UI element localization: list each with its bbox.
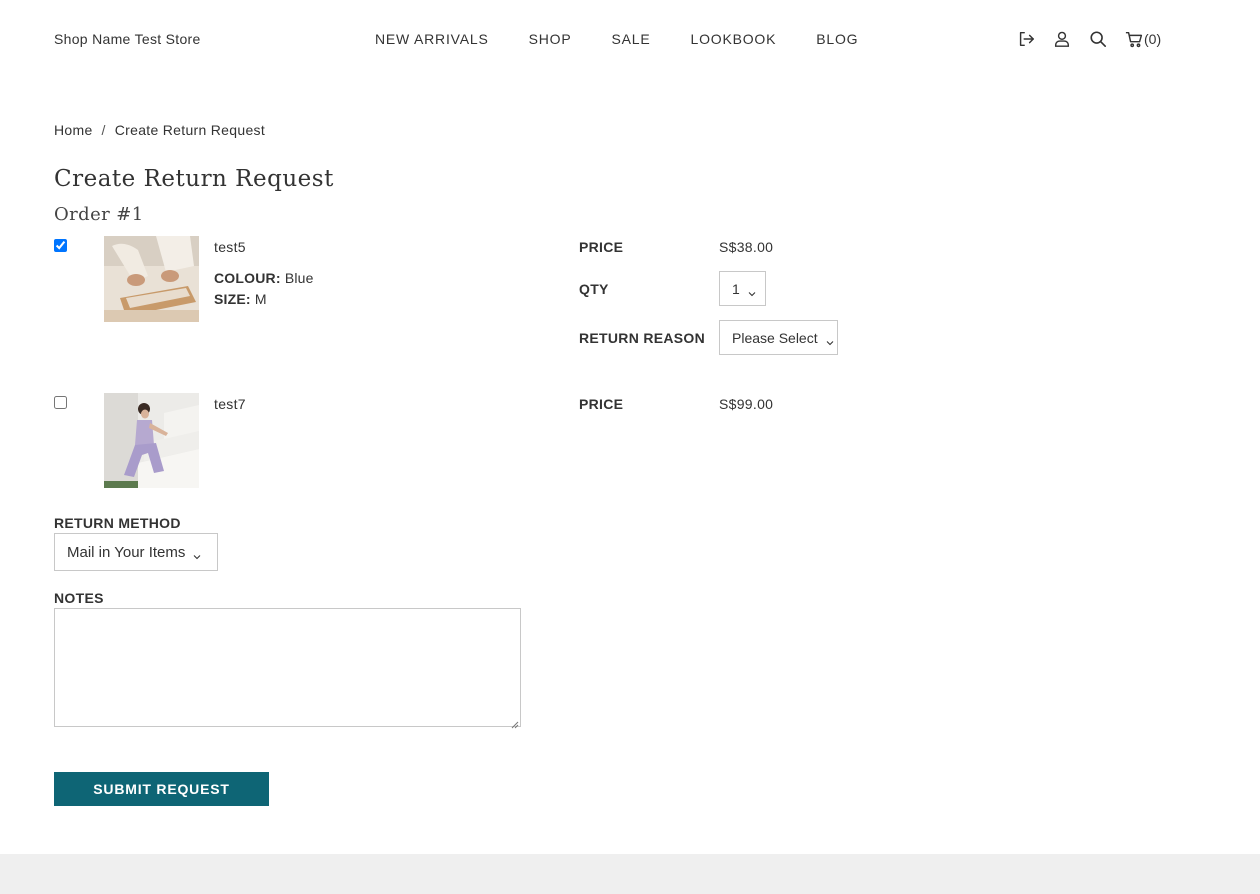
header-icons: (0) (1016, 29, 1161, 49)
nav-item-shop[interactable]: SHOP (529, 31, 572, 47)
qty-value: 1 (732, 280, 740, 297)
return-reason-label: RETURN REASON (579, 330, 706, 346)
breadcrumb-separator: / (101, 122, 106, 138)
order-title: Order #1 (54, 204, 144, 225)
site-header: Shop Name Test Store NEW ARRIVALS SHOP S… (0, 0, 1260, 80)
search-icon[interactable] (1088, 29, 1108, 49)
notes-label: NOTES (54, 590, 104, 606)
qty-select[interactable]: 1 (719, 271, 766, 306)
cart-icon (1124, 29, 1144, 49)
store-name[interactable]: Shop Name Test Store (54, 31, 201, 47)
return-reason-select[interactable]: Please Select (719, 320, 838, 355)
nav-item-blog[interactable]: BLOG (816, 31, 858, 47)
breadcrumb-current: Create Return Request (114, 122, 266, 138)
breadcrumb: Home / Create Return Request (54, 122, 265, 138)
return-method-label: RETURN METHOD (54, 515, 181, 531)
item-price: S$99.00 (719, 396, 774, 412)
return-reason-value: Please Select (732, 329, 818, 346)
price-label: PRICE (579, 239, 624, 255)
submit-request-button[interactable]: SUBMIT REQUEST (54, 772, 269, 806)
nav-item-lookbook[interactable]: LOOKBOOK (690, 31, 776, 47)
item-select-checkbox[interactable] (54, 396, 67, 409)
nav-item-sale[interactable]: SALE (611, 31, 650, 47)
page-title: Create Return Request (54, 166, 334, 192)
product-image (104, 393, 199, 488)
qty-label: QTY (579, 281, 609, 297)
item-colour: COLOUR: Blue (214, 270, 314, 286)
cart-button[interactable]: (0) (1124, 29, 1161, 49)
notes-textarea[interactable] (54, 608, 521, 729)
chevron-down-icon (826, 334, 834, 345)
colour-value: Blue (284, 270, 314, 286)
resize-handle-icon[interactable] (510, 716, 519, 729)
footer (0, 854, 1260, 894)
logout-icon[interactable] (1016, 29, 1036, 49)
item-price: S$38.00 (719, 239, 774, 255)
item-select-checkbox[interactable] (54, 239, 67, 252)
return-method-select[interactable]: Mail in Your Items (54, 533, 218, 571)
item-size: SIZE: M (214, 291, 267, 307)
colour-label: COLOUR: (214, 270, 281, 286)
item-name: test5 (214, 239, 246, 255)
size-value: M (254, 291, 267, 307)
chevron-down-icon (748, 285, 756, 296)
product-image (104, 236, 199, 322)
user-icon[interactable] (1052, 29, 1072, 49)
breadcrumb-home[interactable]: Home (54, 122, 93, 138)
nav-item-new-arrivals[interactable]: NEW ARRIVALS (375, 31, 489, 47)
cart-count: (0) (1144, 31, 1162, 47)
size-label: SIZE: (214, 291, 251, 307)
main-nav: NEW ARRIVALS SHOP SALE LOOKBOOK BLOG (375, 31, 858, 47)
item-name: test7 (214, 396, 246, 412)
price-label: PRICE (579, 396, 624, 412)
chevron-down-icon (193, 548, 201, 560)
return-method-value: Mail in Your Items (67, 543, 186, 561)
